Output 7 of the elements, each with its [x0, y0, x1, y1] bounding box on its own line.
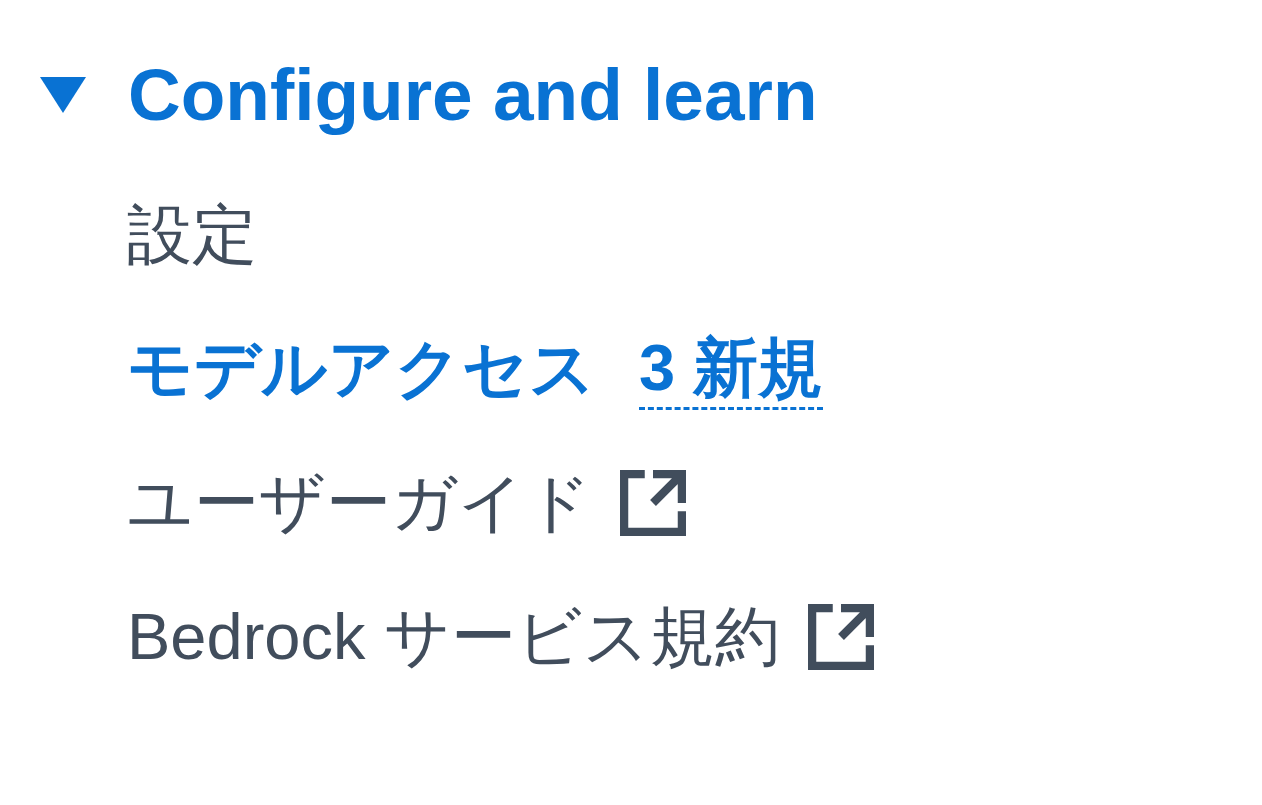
caret-icon [40, 77, 86, 113]
new-count-link[interactable]: 3 新規 [639, 328, 824, 410]
nav-link[interactable]: ユーザーガイド [127, 464, 592, 542]
nav-link[interactable]: Bedrock サービス規約 [127, 598, 780, 676]
nav-link[interactable]: 設定 [127, 196, 257, 274]
nav-link[interactable]: モデルアクセス [127, 330, 596, 408]
section-toggle[interactable]: Configure and learn [40, 56, 818, 134]
